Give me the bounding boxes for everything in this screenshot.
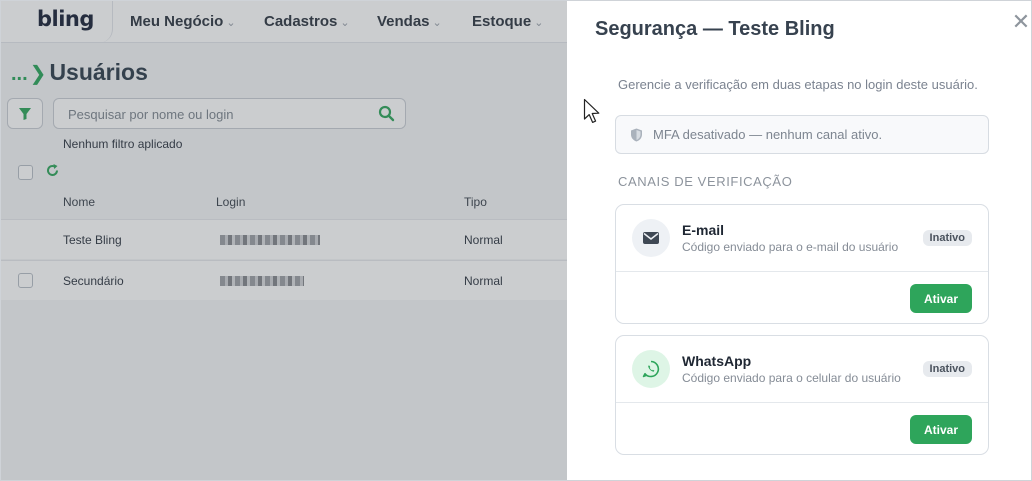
whatsapp-icon: [632, 350, 670, 388]
channel-card-header: WhatsApp Código enviado para o celular d…: [616, 336, 988, 403]
envelope-glyph: [643, 232, 659, 244]
channel-description: Código enviado para o celular do usuário: [682, 371, 901, 385]
channel-description: Código enviado para o e-mail do usuário: [682, 240, 899, 254]
screen: bling Meu Negócio ⌄ Cadastros ⌄ Vendas ⌄ Es…: [0, 0, 1032, 481]
mfa-status-text: MFA desativado — nenhum canal ativo.: [653, 127, 883, 142]
shield-icon: [631, 128, 642, 142]
drawer-title: Segurança — Teste Bling: [595, 18, 835, 40]
status-badge: Inativo: [922, 230, 972, 246]
mouse-cursor-icon: [583, 98, 600, 123]
activate-whatsapp-button[interactable]: Ativar: [910, 415, 972, 444]
section-title: CANAIS DE VERIFICAÇÃO: [618, 174, 793, 189]
status-badge: Inativo: [922, 361, 972, 377]
close-icon[interactable]: ✕: [1010, 11, 1031, 33]
channel-card-email: E-mail Código enviado para o e-mail do u…: [615, 204, 989, 324]
whatsapp-glyph: [642, 360, 660, 378]
channel-name: WhatsApp: [682, 353, 752, 369]
drawer-description: Gerencie a verificação em duas etapas no…: [618, 77, 978, 92]
channel-card-whatsapp: WhatsApp Código enviado para o celular d…: [615, 335, 989, 455]
mfa-status-banner: MFA desativado — nenhum canal ativo.: [615, 115, 989, 154]
activate-email-button[interactable]: Ativar: [910, 284, 972, 313]
channel-name: E-mail: [682, 222, 725, 238]
modal-backdrop[interactable]: [1, 1, 567, 480]
channel-card-header: E-mail Código enviado para o e-mail do u…: [616, 205, 988, 272]
envelope-icon: [632, 219, 670, 257]
security-drawer: Segurança — Teste Bling ✕ Gerencie a ver…: [567, 1, 1031, 480]
